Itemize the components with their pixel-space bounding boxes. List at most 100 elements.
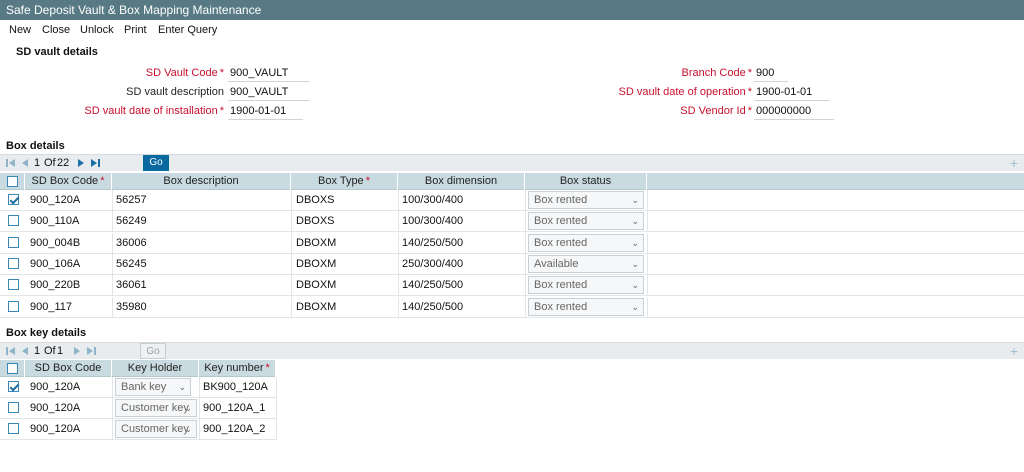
vendor-id-input[interactable]: [754, 103, 834, 120]
last-page-icon[interactable]: [86, 346, 96, 356]
first-page-icon[interactable]: [6, 346, 16, 356]
key-number-cell[interactable]: 900_120A_2: [203, 423, 265, 435]
box-type-cell[interactable]: DBOXS: [296, 215, 335, 227]
box-status-select[interactable]: Box rented ⌄: [528, 191, 644, 209]
col-box-status[interactable]: Box status: [525, 173, 647, 190]
column-divider: [199, 377, 200, 398]
first-page-icon[interactable]: [6, 158, 16, 168]
key-number-cell[interactable]: BK900_120A: [203, 381, 268, 393]
column-divider: [398, 190, 399, 211]
key-holder-select[interactable]: Bank key ⌄: [115, 378, 191, 396]
key-box-code-cell[interactable]: 900_120A: [30, 423, 80, 435]
operation-date-input[interactable]: [754, 84, 830, 101]
table-row[interactable]: 900_110A 56249 DBOXS 100/300/400 Box rented ⌄: [0, 211, 1024, 232]
box-dimension-cell[interactable]: 140/250/500: [402, 237, 463, 249]
row-checkbox[interactable]: [8, 279, 19, 290]
chevron-down-icon: ⌄: [631, 216, 639, 226]
col-sd-box-code[interactable]: SD Box Code *: [25, 173, 112, 190]
col-key-holder[interactable]: Key Holder: [112, 360, 199, 377]
menu-new[interactable]: New: [9, 24, 31, 36]
box-type-cell[interactable]: DBOXM: [296, 301, 336, 313]
box-code-cell[interactable]: 900_220B: [30, 279, 80, 291]
box-type-cell[interactable]: DBOXM: [296, 258, 336, 270]
row-checkbox[interactable]: [8, 258, 19, 269]
box-code-cell[interactable]: 900_106A: [30, 258, 80, 270]
table-row[interactable]: 900_120A Customer key ⌄ 900_120A_1: [0, 398, 277, 419]
branch-code-input[interactable]: [754, 65, 788, 82]
key-box-code-cell[interactable]: 900_120A: [30, 402, 80, 414]
box-dimension-cell[interactable]: 140/250/500: [402, 301, 463, 313]
next-page-icon[interactable]: [76, 158, 86, 168]
table-row[interactable]: 900_120A Customer key ⌄ 900_120A_2: [0, 419, 277, 440]
col-key-sd-box-code[interactable]: SD Box Code: [25, 360, 112, 377]
box-dimension-cell[interactable]: 140/250/500: [402, 279, 463, 291]
box-status-value: Box rented: [534, 215, 588, 227]
box-type-cell[interactable]: DBOXM: [296, 279, 336, 291]
row-checkbox[interactable]: [8, 381, 19, 392]
key-box-code-cell[interactable]: 900_120A: [30, 381, 80, 393]
table-row[interactable]: 900_120A Bank key ⌄ BK900_120A: [0, 377, 277, 398]
table-row[interactable]: 900_117 35980 DBOXM 140/250/500 Box rented ⌄: [0, 297, 1024, 318]
box-description-cell[interactable]: 35980: [116, 301, 147, 313]
box-dimension-cell[interactable]: 100/300/400: [402, 194, 463, 206]
box-status-select[interactable]: Available ⌄: [528, 255, 644, 273]
box-description-cell[interactable]: 56249: [116, 215, 147, 227]
last-page-icon[interactable]: [90, 158, 100, 168]
col-key-number[interactable]: Key number *: [199, 360, 276, 377]
prev-page-icon[interactable]: [20, 158, 30, 168]
col-box-description[interactable]: Box description: [112, 173, 291, 190]
row-checkbox[interactable]: [8, 402, 19, 413]
box-type-cell[interactable]: DBOXS: [296, 194, 335, 206]
prev-page-icon[interactable]: [20, 346, 30, 356]
checkbox-icon[interactable]: [7, 176, 18, 187]
key-holder-select[interactable]: Customer key ⌄: [115, 399, 197, 417]
row-checkbox[interactable]: [8, 237, 19, 248]
table-row[interactable]: 900_120A 56257 DBOXS 100/300/400 Box rented ⌄: [0, 190, 1024, 211]
vault-description-input[interactable]: [228, 84, 310, 101]
key-holder-select[interactable]: Customer key ⌄: [115, 420, 197, 438]
vault-section-title: SD vault details: [16, 46, 98, 58]
box-status-select[interactable]: Box rented ⌄: [528, 212, 644, 230]
vault-code-input[interactable]: [228, 65, 310, 82]
box-type-cell[interactable]: DBOXM: [296, 237, 336, 249]
key-pager-toolbar: 1 Of 1 Go +: [0, 342, 1024, 359]
col-box-dimension[interactable]: Box dimension: [398, 173, 525, 190]
key-number-cell[interactable]: 900_120A_1: [203, 402, 265, 414]
box-go-button[interactable]: Go: [143, 155, 169, 171]
box-description-cell[interactable]: 36006: [116, 237, 147, 249]
box-code-cell[interactable]: 900_120A: [30, 194, 80, 206]
add-row-icon[interactable]: +: [1010, 155, 1018, 171]
next-page-icon[interactable]: [72, 346, 82, 356]
table-row[interactable]: 900_106A 56245 DBOXM 250/300/400 Available ⌄: [0, 254, 1024, 275]
menu-unlock[interactable]: Unlock: [80, 24, 114, 36]
box-status-select[interactable]: Box rented ⌄: [528, 276, 644, 294]
column-divider: [398, 233, 399, 254]
table-row[interactable]: 900_220B 36061 DBOXM 140/250/500 Box rented ⌄: [0, 275, 1024, 296]
key-total-pages: 1: [57, 345, 64, 357]
menu-close[interactable]: Close: [42, 24, 70, 36]
row-checkbox[interactable]: [8, 194, 19, 205]
box-description-cell[interactable]: 56245: [116, 258, 147, 270]
checkbox-icon[interactable]: [7, 363, 18, 374]
row-checkbox[interactable]: [8, 301, 19, 312]
box-description-cell[interactable]: 56257: [116, 194, 147, 206]
table-row[interactable]: 900_004B 36006 DBOXM 140/250/500 Box rented ⌄: [0, 233, 1024, 254]
row-checkbox[interactable]: [8, 423, 19, 434]
menu-print[interactable]: Print: [124, 24, 147, 36]
key-go-button[interactable]: Go: [140, 343, 166, 359]
box-code-cell[interactable]: 900_110A: [30, 215, 79, 227]
select-all-cell: [0, 360, 25, 377]
row-checkbox[interactable]: [8, 215, 19, 226]
box-code-cell[interactable]: 900_004B: [30, 237, 80, 249]
menu-enter-query[interactable]: Enter Query: [158, 24, 217, 36]
add-row-icon[interactable]: +: [1010, 343, 1018, 359]
box-description-cell[interactable]: 36061: [116, 279, 147, 291]
col-box-type[interactable]: Box Type *: [291, 173, 398, 190]
operation-date-label: SD vault date of operation *: [618, 86, 752, 98]
box-dimension-cell[interactable]: 250/300/400: [402, 258, 463, 270]
install-date-input[interactable]: [228, 103, 303, 120]
box-status-select[interactable]: Box rented ⌄: [528, 234, 644, 252]
box-code-cell[interactable]: 900_117: [30, 301, 72, 313]
box-dimension-cell[interactable]: 100/300/400: [402, 215, 463, 227]
box-status-select[interactable]: Box rented ⌄: [528, 298, 644, 316]
